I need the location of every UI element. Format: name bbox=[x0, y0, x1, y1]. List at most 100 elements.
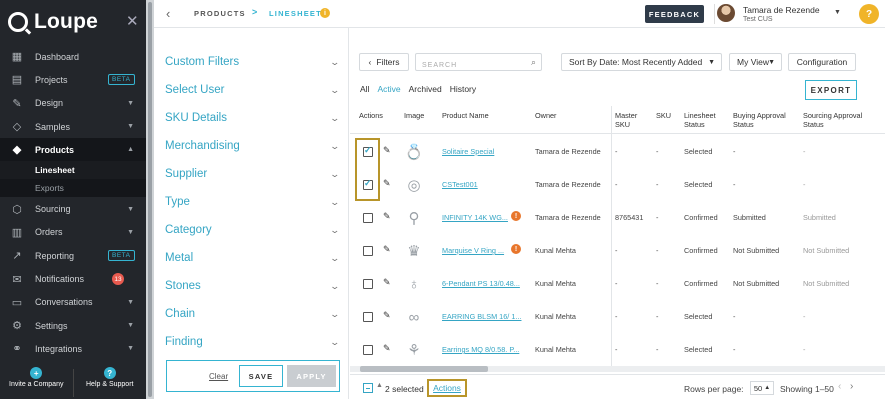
edit-pencil-icon[interactable]: ✎ bbox=[383, 178, 391, 189]
edit-pencil-icon[interactable]: ✎ bbox=[383, 310, 391, 321]
table-row[interactable]: ✎ ◎ CSTest001 Tamara de Rezende - - Selected - - bbox=[350, 169, 885, 202]
chevron-down-icon[interactable]: ▼ bbox=[127, 229, 134, 236]
filter-supplier[interactable]: Supplier ⌄ bbox=[165, 164, 341, 184]
sidebar-subitem-exports[interactable]: Exports bbox=[0, 179, 146, 198]
table-row[interactable]: ✎ ♛ Marquise V Ring ... Kunal Mehta - - Confir… bbox=[350, 235, 885, 268]
column-header-linesheet-status[interactable]: Linesheet Status bbox=[684, 111, 724, 129]
row-checkbox[interactable] bbox=[363, 213, 373, 223]
filter-category[interactable]: Category ⌄ bbox=[165, 220, 341, 240]
warning-icon[interactable]: ! bbox=[511, 244, 521, 254]
column-header-product-name[interactable]: Product Name bbox=[442, 111, 502, 120]
filter-chain[interactable]: Chain ⌄ bbox=[165, 304, 341, 324]
help-support-button[interactable]: ? Help & Support bbox=[74, 367, 147, 399]
sidebar-item-sourcing[interactable]: ⬡ Sourcing ▼ bbox=[0, 197, 146, 220]
sidebar-item-dashboard[interactable]: ▦ Dashboard bbox=[0, 45, 146, 68]
filter-stones[interactable]: Stones ⌄ bbox=[165, 276, 341, 296]
sort-by-dropdown[interactable]: Sort By Date: Most Recently Added ▼ bbox=[561, 53, 722, 71]
sidebar-item-reporting[interactable]: ↗ Reporting BETA bbox=[0, 244, 146, 267]
filter-finding[interactable]: Finding ⌄ bbox=[165, 332, 341, 352]
filters-button[interactable]: ‹ Filters bbox=[359, 53, 409, 71]
next-page-icon[interactable]: › bbox=[850, 381, 853, 392]
actions-link[interactable]: Actions bbox=[427, 379, 467, 397]
configuration-button[interactable]: Configuration bbox=[788, 53, 856, 71]
sidebar-item-settings[interactable]: ⚙ Settings ▼ bbox=[0, 314, 146, 337]
filter-sku-details[interactable]: SKU Details ⌄ bbox=[165, 108, 341, 128]
avatar[interactable] bbox=[717, 4, 735, 22]
sidebar-item-orders[interactable]: ▥ Orders ▼ bbox=[0, 221, 146, 244]
info-icon[interactable]: i bbox=[320, 8, 330, 18]
pendant-thumbnail-icon[interactable]: ♁ bbox=[403, 273, 425, 295]
table-row[interactable]: ✎ ⚲ INFINITY 14K WG... Tamara de Rezende 876… bbox=[350, 202, 885, 235]
sidebar-item-integrations[interactable]: ⚭ Integrations ▼ bbox=[0, 337, 146, 360]
chevron-down-icon[interactable]: ▼ bbox=[127, 322, 134, 329]
column-header-sourcing-approval-status[interactable]: Sourcing Approval Status bbox=[803, 111, 863, 129]
table-row[interactable]: ✎ 💍 Solitaire Special Tamara de Rezende - - Se… bbox=[350, 136, 885, 169]
apply-button[interactable]: APPLY bbox=[287, 365, 336, 387]
ring-thumbnail-icon[interactable]: ♛ bbox=[403, 240, 425, 262]
export-button[interactable]: EXPORT bbox=[805, 80, 857, 100]
table-row[interactable]: ✎ ♁ 6-Pendant PS 13/0.48... Kunal Mehta - - Co… bbox=[350, 268, 885, 301]
tab-all[interactable]: All bbox=[360, 84, 369, 94]
warning-icon[interactable]: ! bbox=[511, 211, 521, 221]
user-menu-caret-icon[interactable]: ▼ bbox=[834, 9, 841, 16]
ring-thumbnail-icon[interactable]: ◎ bbox=[403, 174, 425, 196]
tab-history[interactable]: History bbox=[450, 84, 476, 94]
tab-active[interactable]: Active bbox=[377, 84, 400, 94]
chevron-down-icon[interactable]: ▼ bbox=[127, 345, 134, 352]
edit-pencil-icon[interactable]: ✎ bbox=[383, 145, 391, 156]
earring-thumbnail-icon[interactable]: ∞ bbox=[403, 306, 425, 328]
search-icon[interactable]: ⌕ bbox=[531, 57, 536, 68]
save-button[interactable]: SAVE bbox=[239, 365, 283, 387]
necklace-thumbnail-icon[interactable]: ⚲ bbox=[403, 207, 425, 229]
chevron-down-icon[interactable]: ▼ bbox=[127, 206, 134, 213]
row-checkbox[interactable] bbox=[363, 246, 373, 256]
user-name[interactable]: Tamara de Rezende bbox=[743, 5, 820, 15]
product-name-link[interactable]: 6-Pendant PS 13/0.48... bbox=[442, 279, 520, 288]
chevron-down-icon[interactable]: ▼ bbox=[127, 123, 134, 130]
filter-type[interactable]: Type ⌄ bbox=[165, 192, 341, 212]
chevron-down-icon[interactable]: ▼ bbox=[127, 100, 134, 107]
chevron-down-icon[interactable]: ▼ bbox=[127, 299, 134, 306]
table-row[interactable]: ✎ ⚘ Earrings MQ 8/0.58. P... Kunal Mehta - - S… bbox=[350, 334, 885, 366]
edit-pencil-icon[interactable]: ✎ bbox=[383, 277, 391, 288]
breadcrumb-products[interactable]: PRODUCTS bbox=[194, 9, 246, 18]
sidebar-scrollbar-thumb[interactable] bbox=[148, 2, 152, 397]
column-header-sku[interactable]: SKU bbox=[656, 111, 678, 120]
my-view-dropdown[interactable]: My View ▼ bbox=[729, 53, 782, 71]
ring-thumbnail-icon[interactable]: 💍 bbox=[403, 141, 425, 163]
product-name-link[interactable]: CSTest001 bbox=[442, 180, 478, 189]
feedback-button[interactable]: FEEDBACK bbox=[645, 5, 704, 23]
row-checkbox[interactable] bbox=[363, 312, 373, 322]
product-name-link[interactable]: Earrings MQ 8/0.58. P... bbox=[442, 345, 519, 354]
edit-pencil-icon[interactable]: ✎ bbox=[383, 343, 391, 354]
close-sidebar-icon[interactable]: ✕ bbox=[126, 12, 139, 30]
sidebar-item-products[interactable]: ◆ Products ▲ bbox=[0, 138, 146, 162]
product-name-link[interactable]: INFINITY 14K WG... bbox=[442, 213, 508, 222]
row-checkbox[interactable] bbox=[363, 279, 373, 289]
sidebar-item-conversations[interactable]: ▭ Conversations ▼ bbox=[0, 291, 146, 314]
column-header-image[interactable]: Image bbox=[404, 111, 439, 120]
invite-company-button[interactable]: + Invite a Company bbox=[0, 367, 73, 399]
column-header-buying-approval-status[interactable]: Buying Approval Status bbox=[733, 111, 793, 129]
edit-pencil-icon[interactable]: ✎ bbox=[383, 244, 391, 255]
tab-archived[interactable]: Archived bbox=[409, 84, 442, 94]
select-all-checkbox[interactable] bbox=[363, 383, 373, 393]
product-name-link[interactable]: Solitaire Special bbox=[442, 147, 494, 156]
select-caret-icon[interactable]: ▲ bbox=[376, 382, 383, 389]
sidebar-item-notifications[interactable]: ✉ Notifications 13 bbox=[0, 267, 146, 290]
search-input[interactable] bbox=[416, 57, 516, 74]
chevron-up-icon[interactable]: ▲ bbox=[127, 146, 134, 153]
sidebar-item-design[interactable]: ✎ Design ▼ bbox=[0, 92, 146, 115]
rows-per-page-select[interactable]: 50 ▲ bbox=[750, 381, 774, 395]
table-row[interactable]: ✎ ∞ EARRING BLSM 16/ 1... Kunal Mehta - - Sele… bbox=[350, 301, 885, 334]
sidebar-item-projects[interactable]: ▤ Projects BETA bbox=[0, 68, 146, 91]
prev-page-icon[interactable]: ‹ bbox=[838, 381, 841, 392]
table-scrollbar-thumb[interactable] bbox=[360, 366, 488, 372]
column-header-owner[interactable]: Owner bbox=[535, 111, 605, 120]
product-name-link[interactable]: EARRING BLSM 16/ 1... bbox=[442, 312, 521, 321]
filter-merchandising[interactable]: Merchandising ⌄ bbox=[165, 136, 341, 156]
filter-metal[interactable]: Metal ⌄ bbox=[165, 248, 341, 268]
logo[interactable]: Loupe bbox=[8, 10, 98, 34]
row-checkbox[interactable] bbox=[363, 345, 373, 355]
help-button[interactable]: ? bbox=[859, 4, 879, 24]
